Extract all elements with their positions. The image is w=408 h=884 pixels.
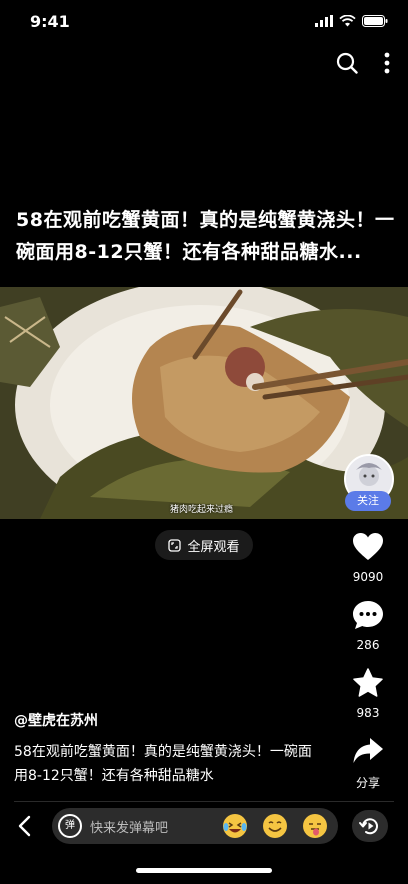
like-button[interactable]: 9090 <box>340 532 396 584</box>
heart-icon <box>353 533 383 560</box>
top-actions <box>336 52 390 74</box>
search-icon[interactable] <box>336 52 358 74</box>
battery-icon <box>362 15 388 27</box>
back-chevron-icon[interactable] <box>14 814 34 838</box>
more-vertical-icon[interactable] <box>384 52 390 74</box>
favorite-count: 983 <box>356 706 380 720</box>
post-description: 58在观前吃蟹黄面！真的是纯蟹黄浇头！一碗面用8-12只蟹！还有各种甜品糖水 <box>14 744 312 784</box>
replay-icon <box>359 818 378 835</box>
danmaku-input[interactable]: 快来发弹幕吧 <box>90 817 168 836</box>
video-subtitle: 猪肉吃起来过瘾 <box>170 505 234 515</box>
follow-button[interactable]: 关注 <box>345 491 391 511</box>
grin-emoji-icon[interactable] <box>262 813 288 839</box>
replay-button[interactable] <box>352 810 388 842</box>
comment-icon <box>353 601 383 629</box>
share-button[interactable]: 分享 <box>340 736 396 791</box>
favorite-button[interactable]: 983 <box>340 668 396 720</box>
share-arrow-icon <box>353 738 383 763</box>
home-indicator <box>136 868 272 873</box>
danmaku-toggle[interactable]: 弹 <box>58 814 82 838</box>
status-icons <box>315 15 388 27</box>
wifi-icon <box>339 15 356 27</box>
danmaku-input-bar[interactable]: 弹 快来发弹幕吧 <box>52 808 338 844</box>
comment-button[interactable]: 286 <box>340 600 396 652</box>
author-handle[interactable]: @壁虎在苏州 <box>14 710 98 730</box>
signal-icon <box>315 15 333 27</box>
video-headline: 58在观前吃蟹黄面！真的是纯蟹黄浇头！一碗面用8-12只蟹！还有各种甜品糖水..… <box>16 209 395 263</box>
star-icon <box>353 668 383 697</box>
divider <box>14 801 394 802</box>
share-label: 分享 <box>355 776 380 790</box>
fullscreen-button[interactable]: 全屏观看 <box>155 530 253 560</box>
tongue-emoji-icon[interactable] <box>302 813 328 839</box>
like-count: 9090 <box>352 570 384 584</box>
bottom-bar: 弹 快来发弹幕吧 <box>0 808 408 844</box>
status-bar: 9:41 <box>0 0 408 44</box>
fullscreen-label: 全屏观看 <box>187 539 240 555</box>
fullscreen-icon <box>168 538 182 552</box>
comment-count: 286 <box>356 638 380 652</box>
laughing-crying-emoji-icon[interactable] <box>222 813 248 839</box>
status-time: 9:41 <box>30 12 70 31</box>
